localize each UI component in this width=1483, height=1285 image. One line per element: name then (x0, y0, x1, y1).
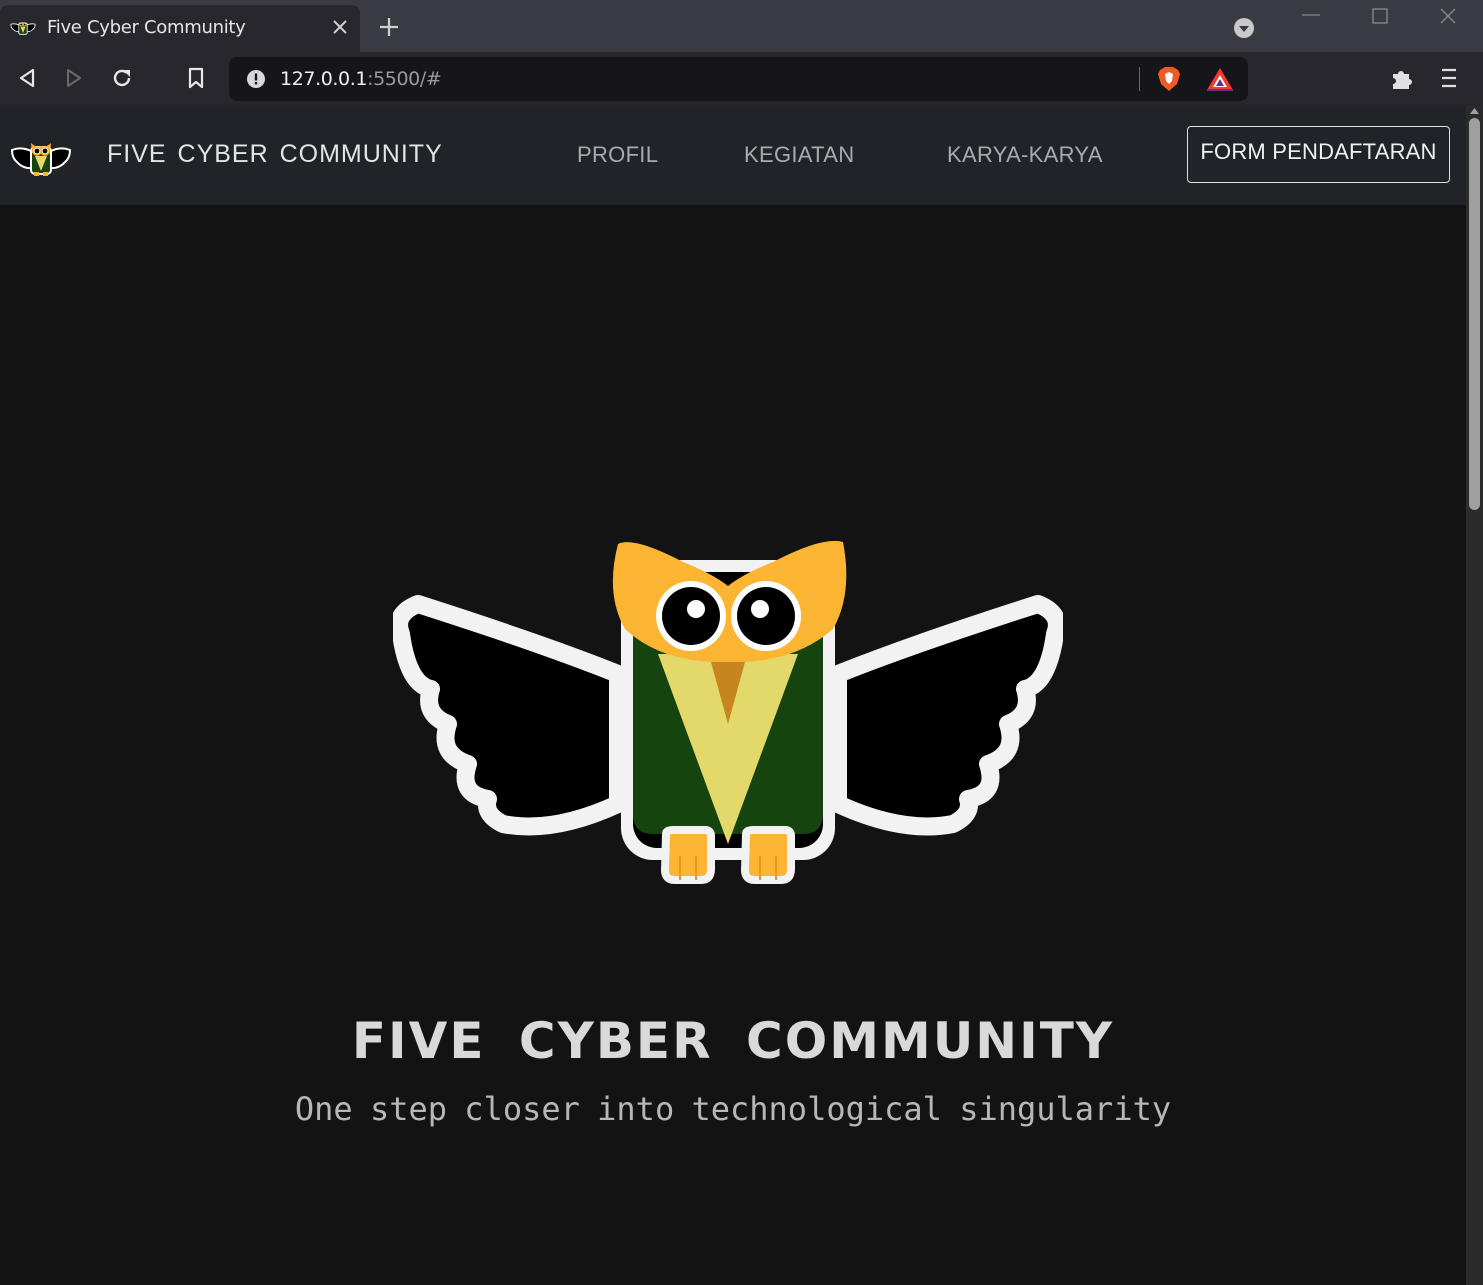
divider (1139, 67, 1140, 91)
page-viewport: FIVE CYBER COMMUNITY PROFIL KEGIATAN KAR… (0, 106, 1483, 1285)
scroll-up-icon[interactable] (1470, 108, 1479, 114)
browser-tab[interactable]: Five Cyber Community (0, 5, 360, 52)
info-icon[interactable] (246, 69, 266, 89)
back-icon[interactable] (14, 65, 40, 91)
owl-logo-icon (393, 540, 1063, 884)
maximize-icon[interactable] (1369, 6, 1391, 26)
chevron-down-icon[interactable] (1233, 17, 1255, 39)
hero-tagline: One step closer into technological singu… (294, 1090, 1172, 1128)
browser-toolbar: 127.0.0.1:5500/# (0, 52, 1483, 106)
owl-favicon-icon (10, 22, 36, 35)
tab-title: Five Cyber Community (47, 17, 246, 38)
menu-icon[interactable] (1438, 65, 1460, 91)
brave-rewards-icon[interactable] (1206, 66, 1234, 92)
close-icon[interactable] (330, 17, 350, 37)
site-navbar: FIVE CYBER COMMUNITY PROFIL KEGIATAN KAR… (0, 106, 1466, 205)
brand-name[interactable]: FIVE CYBER COMMUNITY (107, 140, 443, 169)
plus-icon[interactable] (378, 16, 400, 38)
tab-strip: Five Cyber Community (0, 0, 1483, 52)
address-bar[interactable]: 127.0.0.1:5500/# (229, 57, 1248, 101)
hero-title: FIVE CYBER COMMUNITY (351, 1012, 1115, 1070)
scrollbar[interactable] (1466, 106, 1483, 1285)
bookmark-icon[interactable] (183, 65, 209, 91)
extensions-icon[interactable] (1389, 65, 1415, 91)
nav-link-karya[interactable]: KARYA-KARYA (947, 142, 1103, 168)
reload-icon[interactable] (109, 65, 135, 91)
url-text: 127.0.0.1:5500/# (280, 68, 442, 90)
nav-link-profil[interactable]: PROFIL (577, 142, 658, 168)
owl-logo-icon[interactable] (10, 139, 72, 177)
minimize-icon[interactable] (1300, 6, 1322, 24)
nav-link-kegiatan[interactable]: KEGIATAN (744, 142, 854, 168)
forward-icon[interactable] (61, 65, 87, 91)
url-host: 127.0.0.1 (280, 68, 368, 90)
window-close-icon[interactable] (1437, 5, 1459, 27)
brave-shield-icon[interactable] (1156, 65, 1182, 93)
url-path: :5500/# (367, 68, 442, 90)
scrollbar-thumb[interactable] (1469, 118, 1480, 510)
registration-form-button[interactable]: FORM PENDAFTARAN (1187, 126, 1450, 183)
